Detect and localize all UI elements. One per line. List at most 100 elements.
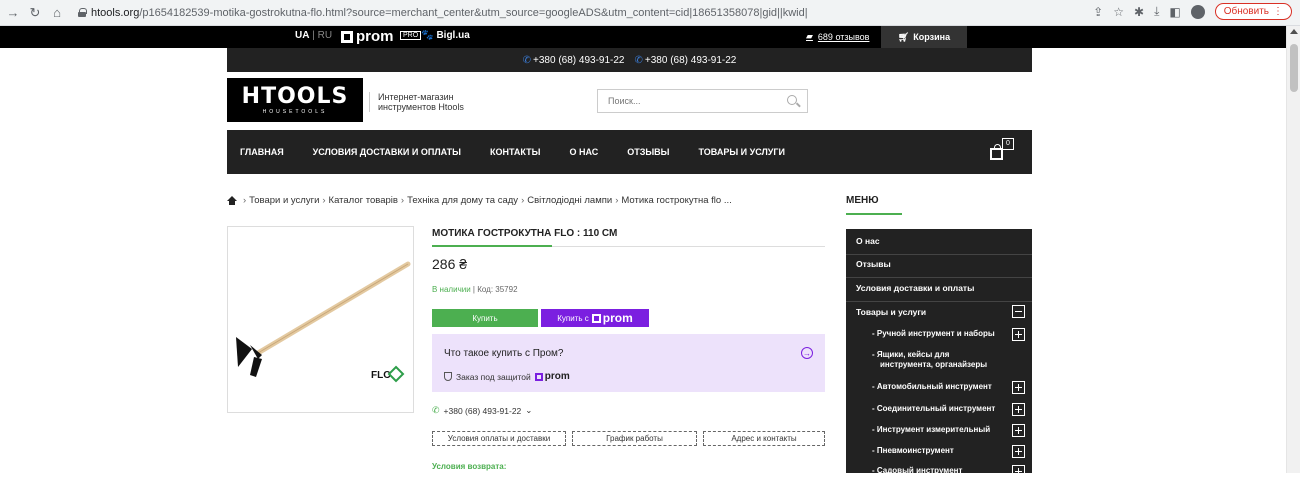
language-switch: UA | RU xyxy=(295,30,333,41)
nav-reviews[interactable]: ОТЗЫВЫ xyxy=(627,147,669,157)
submenu-item[interactable]: - Пневмоинструмент xyxy=(872,446,954,456)
lock-icon xyxy=(78,8,87,17)
menu-item-about[interactable]: О нас xyxy=(846,236,1032,246)
product-image[interactable]: FLO xyxy=(227,226,414,413)
forward-icon[interactable]: → xyxy=(2,2,24,24)
submenu-item[interactable]: - Инструмент измерительный xyxy=(872,425,990,435)
info-tabs: Условия оплаты и доставки График работы … xyxy=(432,431,825,446)
menu-item-reviews[interactable]: Отзывы xyxy=(846,259,1032,269)
prom-square-icon xyxy=(591,313,601,323)
htools-logo[interactable]: HTOOLS HOUSETOOLS xyxy=(227,78,363,122)
product-price: 286 ₴ xyxy=(432,256,468,272)
scroll-thumb[interactable] xyxy=(1290,44,1298,92)
nav-products[interactable]: ТОВАРЫ И УСЛУГИ xyxy=(699,147,785,157)
search-input[interactable] xyxy=(598,90,778,112)
expand-icon[interactable] xyxy=(1012,381,1025,394)
hoe-illustration: FLO xyxy=(236,261,411,383)
arrow-right-circle-icon[interactable]: → xyxy=(801,347,813,359)
nav-cart-button[interactable]: 0 xyxy=(986,138,1014,164)
tab-payment-delivery[interactable]: Условия оплаты и доставки xyxy=(432,431,566,446)
breadcrumb-item[interactable]: Техніка для дому та саду xyxy=(407,195,518,206)
nav-delivery[interactable]: УСЛОВИЯ ДОСТАВКИ И ОПЛАТЫ xyxy=(313,147,461,157)
prom-square-icon xyxy=(534,372,543,381)
scroll-up-icon[interactable] xyxy=(1290,29,1298,34)
reviews-link[interactable]: ▰ 689 отзывов xyxy=(806,31,869,42)
nav-about[interactable]: О НАС xyxy=(569,147,598,157)
submenu-item[interactable]: - Ручной инструмент и наборы xyxy=(872,329,995,339)
breadcrumb-item[interactable]: Каталог товарів xyxy=(329,195,398,206)
browser-actions: ⇪ ☆ ✱ ⤓ ◧ Обновить ⋮ xyxy=(1093,3,1292,20)
product-phone[interactable]: ✆ +380 (68) 493-91-22 ⌄ xyxy=(432,405,532,416)
phone-icon: ✆ xyxy=(634,54,643,66)
phone-1[interactable]: ✆ +380 (68) 493-91-22 xyxy=(523,55,625,66)
shop-tagline: Интернет-магазин инструментов Htools xyxy=(369,92,464,112)
site-header: HTOOLS HOUSETOOLS Интернет-магазин инстр… xyxy=(227,72,1032,130)
profile-avatar-icon[interactable] xyxy=(1190,4,1205,19)
breadcrumb-item[interactable]: Товари и услуги xyxy=(249,195,319,206)
paw-icon: 🐾 xyxy=(421,30,434,41)
search-icon[interactable] xyxy=(787,95,797,105)
lang-ru[interactable]: RU xyxy=(318,30,332,41)
cart-count-badge: 0 xyxy=(1002,138,1014,150)
expand-icon[interactable] xyxy=(1012,465,1025,478)
submenu-item-cont[interactable]: инструмента, органайзеры xyxy=(880,360,987,370)
menu-item-products[interactable]: Товары и услуги xyxy=(846,307,1032,317)
product-title: МОТИКА ГОСТРОКУТНА FLO : 110 СМ xyxy=(432,228,618,239)
bookmark-star-icon[interactable]: ☆ xyxy=(1113,5,1124,19)
phone-bar: ✆ +380 (68) 493-91-22 ✆ +380 (68) 493-91-2… xyxy=(227,48,1032,72)
reload-icon[interactable]: ↻ xyxy=(24,2,46,24)
expand-icon[interactable] xyxy=(1012,445,1025,458)
menu-item-delivery[interactable]: Условия доставки и оплаты xyxy=(846,283,1032,293)
submenu-item[interactable]: - Соединительный инструмент xyxy=(872,404,995,414)
expand-icon[interactable] xyxy=(1012,328,1025,341)
submenu-item[interactable]: - Садовый инструмент xyxy=(872,466,962,476)
lang-ua[interactable]: UA xyxy=(295,30,309,41)
submenu-item[interactable]: - Ящики, кейсы для xyxy=(872,350,949,360)
tab-schedule[interactable]: График работы xyxy=(572,431,697,446)
sidepanel-icon[interactable]: ◧ xyxy=(1169,5,1180,19)
share-icon[interactable]: ⇪ xyxy=(1093,5,1103,19)
home-icon[interactable] xyxy=(227,196,237,205)
nav-home[interactable]: ГЛАВНАЯ xyxy=(240,147,284,157)
breadcrumb-current: Мотика гострокутна flo ... xyxy=(621,195,732,206)
search-box xyxy=(597,89,808,113)
prom-info-box[interactable]: Что такое купить с Пром? → Заказ под защ… xyxy=(432,334,825,392)
title-accent xyxy=(432,245,552,247)
phone-icon: ✆ xyxy=(522,54,532,66)
promo-title: Что такое купить с Пром? xyxy=(444,348,564,359)
cart-icon: 🛒︎ xyxy=(897,31,910,42)
tab-address[interactable]: Адрес и контакты xyxy=(703,431,825,446)
prom-logo[interactable]: prom xyxy=(341,28,394,45)
url-host: htools.org xyxy=(91,6,140,19)
expand-icon[interactable] xyxy=(1012,403,1025,416)
site-topbar: UA | RU prom PRO 🐾 Bigl.ua ▰ 689 отзывов… xyxy=(0,26,1286,48)
collapse-icon[interactable] xyxy=(1012,305,1025,318)
buy-with-prom-button[interactable]: Купить с prom xyxy=(541,309,649,327)
chevron-down-icon: ⌄ xyxy=(525,405,533,415)
breadcrumb: › Товари и услуги › Каталог товарів › Те… xyxy=(227,195,732,206)
submenu-item[interactable]: - Автомобильный инструмент xyxy=(872,382,992,392)
bigl-logo[interactable]: 🐾 Bigl.ua xyxy=(421,30,470,41)
shield-icon xyxy=(444,372,452,381)
phone-2[interactable]: ✆ +380 (68) 493-91-22 xyxy=(635,55,737,66)
comment-icon: ▰ xyxy=(806,31,813,41)
home-browser-icon[interactable]: ⌂ xyxy=(46,2,68,24)
url-path: /p1654182539-motika-gostrokutna-flo.html… xyxy=(139,6,808,19)
menu-accent xyxy=(846,213,902,215)
breadcrumb-item[interactable]: Світлодіодні лампи xyxy=(527,195,612,206)
page-scrollbar[interactable] xyxy=(1286,26,1300,473)
cart-button[interactable]: 🛒︎ Корзина xyxy=(881,26,967,48)
main-nav: ГЛАВНАЯ УСЛОВИЯ ДОСТАВКИ И ОПЛАТЫ КОНТАК… xyxy=(227,130,1032,174)
buy-button[interactable]: Купить xyxy=(432,309,538,327)
product-code: Код: 35792 xyxy=(477,285,518,294)
address-bar[interactable]: htools.org/p1654182539-motika-gostrokutn… xyxy=(78,7,808,19)
update-button[interactable]: Обновить ⋮ xyxy=(1214,3,1292,20)
side-menu: О нас Отзывы Условия доставки и оплаты Т… xyxy=(846,229,1032,478)
expand-icon[interactable] xyxy=(1012,424,1025,437)
download-icon[interactable]: ⤓ xyxy=(1154,4,1159,19)
menu-title: МЕНЮ xyxy=(846,195,879,206)
return-conditions: Условия возврата: xyxy=(432,462,507,471)
extensions-icon[interactable]: ✱ xyxy=(1134,5,1144,19)
nav-contacts[interactable]: КОНТАКТЫ xyxy=(490,147,540,157)
kebab-menu-icon: ⋮ xyxy=(1273,6,1283,17)
